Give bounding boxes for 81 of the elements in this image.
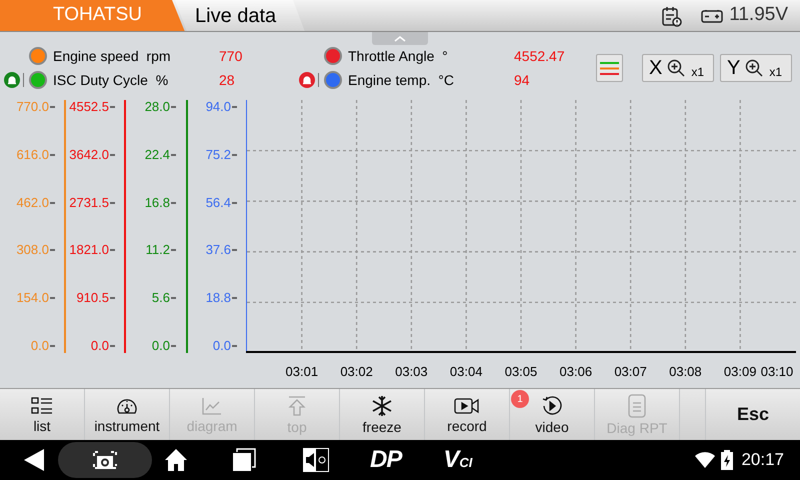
y-axis-label: 0.0 xyxy=(30,338,49,353)
video-camera-icon xyxy=(454,396,480,416)
x-axis-label: 03:02 xyxy=(339,363,374,381)
parameter-value: 94 xyxy=(514,70,530,90)
colored-lines-icon xyxy=(600,60,619,76)
y-axis-label: 0.0 xyxy=(152,338,170,353)
screenshot-button[interactable] xyxy=(58,442,152,478)
battery-charging-icon xyxy=(721,450,734,470)
notification-badge: 1 xyxy=(511,390,529,408)
x-axis-label: 03:06 xyxy=(558,363,594,381)
y-axis-label: 56.4 xyxy=(206,196,231,210)
y-axis-label: 5.6 xyxy=(152,291,170,306)
recent-apps-icon[interactable] xyxy=(232,448,256,472)
live-data-tab[interactable]: Live data xyxy=(175,0,305,31)
x-axis-label: 03:01 xyxy=(284,363,320,381)
toolbar-button[interactable]: record xyxy=(425,389,509,440)
wifi-icon xyxy=(695,452,716,468)
x-axis-label: 03:04 xyxy=(448,363,484,381)
y-axis-label: 910.5 xyxy=(76,291,109,306)
y-axis-label: 28.0 xyxy=(144,100,170,114)
y-axis-label: 4552.5 xyxy=(69,100,109,114)
parameter-name: Engine speed rpm xyxy=(53,46,172,66)
y-axis-label: 37.6 xyxy=(206,243,231,258)
y-axis-label: 3642.0 xyxy=(69,148,109,162)
vci-logo[interactable]: VCI xyxy=(443,442,472,478)
parameter-value: 4552.47 xyxy=(514,46,565,66)
x-axis-label: 03:10 xyxy=(760,363,794,381)
x-axis-label: 03:07 xyxy=(613,363,648,381)
camera-icon xyxy=(92,449,118,471)
parameter-value: 28 xyxy=(219,70,235,90)
y-axis-label: 462.0 xyxy=(16,196,49,210)
parameter-name: ISC Duty Cycle % xyxy=(53,70,170,90)
toolbar-button[interactable]: video 1 xyxy=(510,389,594,440)
zoom-in-icon xyxy=(667,59,686,77)
y-axis-label: 75.2 xyxy=(206,148,231,162)
y-axis-label: 22.4 xyxy=(144,148,170,162)
home-icon[interactable] xyxy=(164,448,188,472)
y-axis-label: 94.0 xyxy=(206,100,231,114)
x-axis-label: 03:08 xyxy=(668,363,703,381)
toolbar-empty-slot xyxy=(680,389,705,440)
y-axis-label: 0.0 xyxy=(90,338,109,353)
arrow-to-top-icon xyxy=(286,394,308,416)
alarm-icon xyxy=(299,72,315,88)
list-icon xyxy=(31,396,53,416)
zoom-in-icon xyxy=(745,59,764,77)
snowflake-icon xyxy=(371,394,393,416)
toolbar-button[interactable]: freeze xyxy=(340,389,424,440)
toolbar-button[interactable]: Esc xyxy=(706,389,800,440)
x-axis-label: 03:09 xyxy=(722,363,758,381)
y-axis-label: 308.0 xyxy=(16,243,49,258)
toolbar-button[interactable]: list xyxy=(0,389,84,440)
replay-icon xyxy=(541,394,563,416)
x-axis-label: 03:05 xyxy=(504,363,538,381)
parameter-name: Throttle Angle ° xyxy=(348,46,449,66)
battery-icon xyxy=(701,8,724,22)
y-axis-label: 770.0 xyxy=(16,100,49,114)
dp-logo[interactable]: DP xyxy=(370,442,402,478)
y-axis-label: 616.0 xyxy=(16,148,49,162)
clock-time: 20:17 xyxy=(741,449,784,472)
y-axis-label: 154.0 xyxy=(16,291,49,306)
back-icon[interactable] xyxy=(24,449,44,471)
screen-brightness-icon[interactable] xyxy=(302,447,330,473)
y-axis-label: 18.8 xyxy=(206,291,231,306)
line-colors-button[interactable] xyxy=(596,54,623,82)
parameter-name: Engine temp. °C xyxy=(348,70,455,90)
axis-zoom-button[interactable]: Y x1 xyxy=(720,54,792,82)
line-chart-icon xyxy=(201,396,223,416)
calendar-alert-icon xyxy=(661,4,684,26)
chevron-up-icon xyxy=(394,36,406,42)
y-axis-label: 1821.0 xyxy=(69,243,109,258)
x-axis-label: 03:03 xyxy=(394,363,429,381)
document-icon xyxy=(627,394,647,418)
alarm-icon xyxy=(4,72,20,88)
y-axis-label: 11.2 xyxy=(146,243,170,258)
toolbar-button[interactable]: instrument xyxy=(85,389,169,440)
axis-zoom-button[interactable]: X x1 xyxy=(642,54,714,82)
y-axis-label: 2731.5 xyxy=(69,196,109,210)
y-axis-label: 0.0 xyxy=(212,338,231,353)
battery-voltage: 11.95V xyxy=(729,3,788,28)
parameter-value: 770 xyxy=(219,46,242,66)
y-axis-label: 16.8 xyxy=(144,196,170,210)
